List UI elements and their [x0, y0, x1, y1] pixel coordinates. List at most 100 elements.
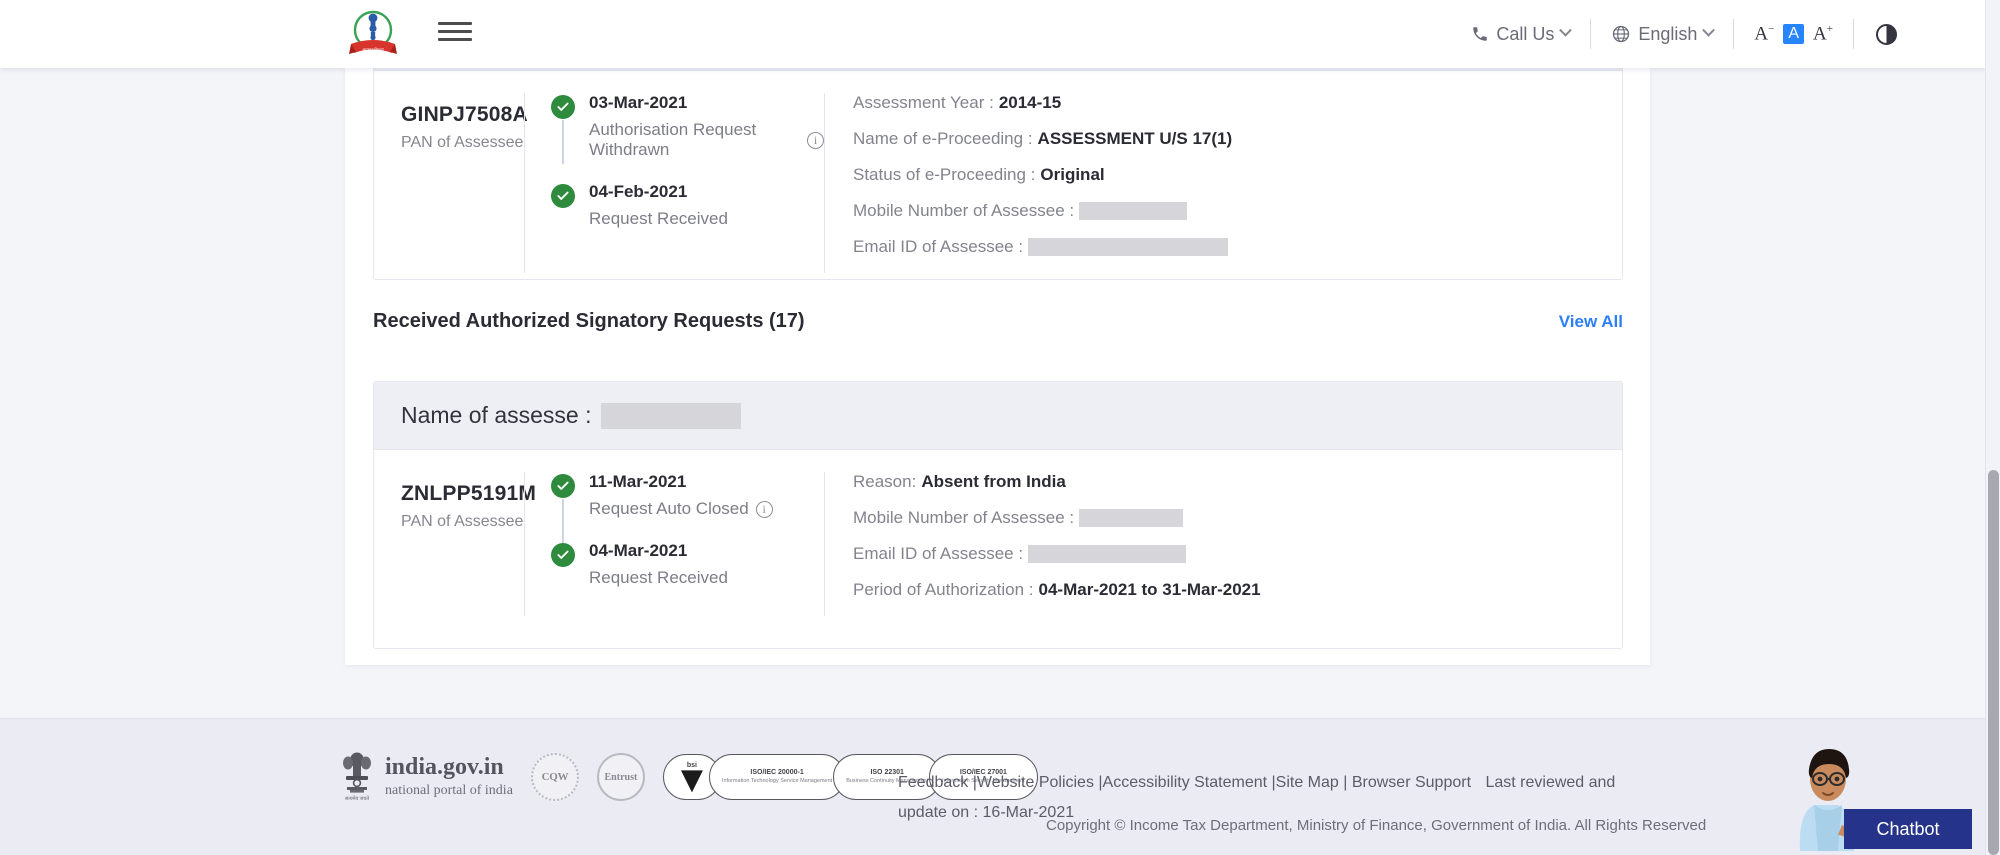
detail-row: Status of e-Proceeding : Original [853, 165, 1622, 185]
timeline-status: Request Received [589, 568, 728, 588]
font-size-controls: A− A A+ [1734, 24, 1853, 44]
menu-toggle-button[interactable] [438, 18, 472, 44]
redacted-value [1079, 509, 1183, 527]
svg-text:आयकर विभाग: आयकर विभाग [362, 47, 384, 52]
status-timeline: 11-Mar-2021 Request Auto Closed i [524, 472, 824, 616]
income-tax-department-logo-icon[interactable]: आयकर विभाग [345, 6, 401, 62]
timeline-step-content: 11-Mar-2021 Request Auto Closed i [589, 472, 773, 519]
redacted-value [1028, 238, 1228, 256]
timeline-step-content: 03-Mar-2021 Authorisation Request Withdr… [589, 93, 824, 160]
proceeding-details: Assessment Year : 2014-15 Name of e-Proc… [824, 93, 1622, 273]
hamburger-bar [438, 38, 472, 41]
footer-policy-links[interactable]: Feedback |Website Policies |Accessibilit… [898, 774, 1471, 791]
timeline-date: 04-Feb-2021 [589, 182, 728, 202]
portal-subtitle: national portal of india [385, 783, 513, 799]
proceeding-request-card: GINPJ7508A PAN of Assessee 03-Mar-2021 [373, 58, 1623, 280]
call-us-dropdown[interactable]: Call Us [1451, 17, 1590, 51]
timeline-status: Request Auto Closed i [589, 499, 773, 519]
timeline-date: 04-Mar-2021 [589, 541, 728, 561]
detail-label: Email ID of Assessee : [853, 544, 1023, 564]
timeline-status-label: Authorisation Request Withdrawn [589, 120, 800, 160]
timeline-status: Authorisation Request Withdrawn i [589, 120, 824, 160]
pan-value: GINPJ7508A [401, 103, 524, 127]
timeline-status-label: Request Received [589, 568, 728, 588]
timeline-step-content: 04-Mar-2021 Request Received [589, 541, 728, 588]
copyright-text: Copyright © Income Tax Department, Minis… [1046, 817, 1706, 834]
signatory-details: Reason: Absent from India Mobile Number … [824, 472, 1622, 616]
signatory-request-card: Name of assesse : ZNLPP5191M PAN of Asse… [373, 381, 1623, 649]
language-label: English [1638, 24, 1697, 45]
iso-code: ISO/IEC 20000-1 [750, 769, 803, 778]
detail-row: Name of e-Proceeding : ASSESSMENT U/S 17… [853, 129, 1622, 149]
check-circle-icon [551, 95, 575, 119]
contrast-toggle-button[interactable] [1854, 17, 1919, 51]
view-all-link[interactable]: View All [1559, 312, 1623, 332]
pan-label: PAN of Assessee [401, 134, 524, 152]
section-title: Received Authorized Signatory Requests (… [373, 310, 805, 333]
card-body: ZNLPP5191M PAN of Assessee 11-Mar-2021 [374, 450, 1622, 616]
detail-row: Email ID of Assessee : [853, 237, 1622, 257]
timeline-step: 11-Mar-2021 Request Auto Closed i [551, 472, 824, 519]
detail-value: Original [1040, 165, 1104, 185]
timeline-step: 03-Mar-2021 Authorisation Request Withdr… [551, 93, 824, 160]
assesse-name-label: Name of assesse : [401, 402, 591, 429]
pan-label: PAN of Assessee [401, 513, 524, 531]
india-gov-portal-text: india.gov.in national portal of india [385, 755, 513, 798]
detail-row: Email ID of Assessee : [853, 544, 1622, 564]
svg-text:सत्यमेव जयते: सत्यमेव जयते [345, 795, 369, 802]
detail-row: Assessment Year : 2014-15 [853, 93, 1622, 113]
font-size-normal-button[interactable]: A [1783, 24, 1804, 44]
info-icon[interactable]: i [756, 501, 773, 518]
detail-value: Absent from India [921, 472, 1066, 492]
status-timeline: 03-Mar-2021 Authorisation Request Withdr… [524, 93, 824, 273]
chevron-down-icon [1703, 23, 1716, 36]
india-gov-portal-link[interactable]: सत्यमेव जयते india.gov.in national porta… [340, 751, 513, 803]
contrast-icon [1876, 24, 1897, 45]
detail-row: Mobile Number of Assessee : [853, 201, 1622, 221]
timeline-date: 03-Mar-2021 [589, 93, 824, 113]
timeline-marker [551, 182, 575, 229]
timeline-step-content: 04-Feb-2021 Request Received [589, 182, 728, 229]
detail-row: Mobile Number of Assessee : [853, 508, 1622, 528]
timeline-date: 11-Mar-2021 [589, 472, 773, 492]
chevron-down-icon [1560, 23, 1573, 36]
assesse-name-band: Name of assesse : [374, 382, 1622, 450]
timeline-marker [551, 541, 575, 588]
font-size-increase-button[interactable]: A+ [1813, 24, 1833, 43]
timeline-step: 04-Mar-2021 Request Received [551, 541, 824, 588]
card-body: GINPJ7508A PAN of Assessee 03-Mar-2021 [374, 71, 1622, 273]
scrollbar-thumb[interactable] [1988, 470, 1999, 855]
site-header: आयकर विभाग Call Us [0, 0, 1985, 68]
redacted-value [1028, 545, 1186, 563]
iso-description: Information Technology Service Managemen… [722, 778, 832, 785]
timeline-step: 04-Feb-2021 Request Received [551, 182, 824, 229]
page-scrollbar[interactable] [1985, 0, 2000, 855]
detail-value: 2014-15 [999, 93, 1061, 113]
detail-label: Mobile Number of Assessee : [853, 508, 1074, 528]
globe-icon [1611, 24, 1631, 44]
iso-badge: ISO/IEC 20000-1 Information Technology S… [709, 754, 845, 800]
timeline-marker [551, 472, 575, 519]
language-dropdown[interactable]: English [1591, 17, 1733, 51]
detail-row: Reason: Absent from India [853, 472, 1622, 492]
timeline-connector [562, 120, 564, 164]
chatbot-button[interactable]: Chatbot [1844, 809, 1972, 849]
timeline-status-label: Request Received [589, 209, 728, 229]
pan-column: ZNLPP5191M PAN of Assessee [374, 472, 524, 616]
pan-value: ZNLPP5191M [401, 482, 524, 506]
signatory-section-header: Received Authorized Signatory Requests (… [373, 310, 1623, 333]
main-content-panel: GINPJ7508A PAN of Assessee 03-Mar-2021 [345, 68, 1650, 665]
detail-value: 04-Mar-2021 to 31-Mar-2021 [1039, 580, 1261, 600]
hamburger-bar [438, 22, 472, 25]
info-icon[interactable]: i [807, 132, 824, 149]
cqw-certification-seal-icon[interactable]: CQW [531, 753, 579, 801]
pan-column: GINPJ7508A PAN of Assessee [374, 93, 524, 273]
page-root: आयकर विभाग Call Us [0, 0, 2000, 855]
detail-label: Name of e-Proceeding : [853, 129, 1033, 149]
phone-icon [1471, 25, 1489, 43]
detail-label: Reason: [853, 472, 916, 492]
entrust-certification-seal-icon[interactable]: Entrust [597, 753, 645, 801]
portal-name: india.gov.in [385, 755, 513, 780]
detail-value: ASSESSMENT U/S 17(1) [1038, 129, 1233, 149]
font-size-decrease-button[interactable]: A− [1754, 24, 1774, 43]
